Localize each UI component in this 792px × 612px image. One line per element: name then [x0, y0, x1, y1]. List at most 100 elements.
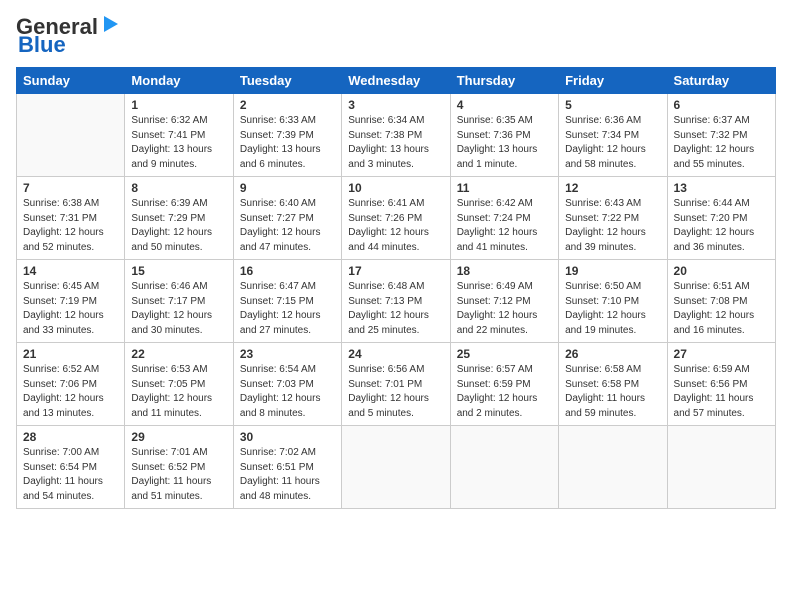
calendar-cell: 7 Sunrise: 6:38 AM Sunset: 7:31 PM Daylig… [17, 177, 125, 260]
day-info: Sunrise: 7:01 AM Sunset: 6:52 PM Dayligh… [131, 446, 226, 504]
calendar-cell [342, 426, 450, 509]
day-info: Sunrise: 6:47 AM Sunset: 7:15 PM Dayligh… [240, 280, 335, 338]
calendar: SundayMondayTuesdayWednesdayThursdayFrid… [16, 67, 776, 509]
day-number: 10 [348, 181, 443, 195]
day-number: 13 [674, 181, 769, 195]
calendar-cell: 30Sunrise: 7:02 AM Sunset: 6:51 PM Dayli… [233, 426, 341, 509]
day-info: Sunrise: 6:58 AM Sunset: 6:58 PM Dayligh… [565, 363, 660, 421]
day-number: 28 [23, 430, 118, 444]
day-info: Sunrise: 6:49 AM Sunset: 7:12 PM Dayligh… [457, 280, 552, 338]
day-number: 11 [457, 181, 552, 195]
header-thursday: Thursday [450, 68, 558, 94]
day-number: 27 [674, 347, 769, 361]
day-info: Sunrise: 7:00 AM Sunset: 6:54 PM Dayligh… [23, 446, 118, 504]
calendar-cell: 13Sunrise: 6:44 AM Sunset: 7:20 PM Dayli… [667, 177, 775, 260]
day-info: Sunrise: 6:52 AM Sunset: 7:06 PM Dayligh… [23, 363, 118, 421]
header-wednesday: Wednesday [342, 68, 450, 94]
calendar-cell: 15 Sunrise: 6:46 AM Sunset: 7:17 PM Dayli… [125, 260, 233, 343]
day-number: 7 [23, 181, 118, 195]
day-number: 22 [131, 347, 226, 361]
day-number: 16 [240, 264, 335, 278]
day-info: Sunrise: 6:33 AM Sunset: 7:39 PM Dayligh… [240, 114, 335, 172]
header-tuesday: Tuesday [233, 68, 341, 94]
day-number: 15 [131, 264, 226, 278]
day-number: 8 [131, 181, 226, 195]
calendar-cell: 26 Sunrise: 6:58 AM Sunset: 6:58 PM Dayli… [559, 343, 667, 426]
day-number: 23 [240, 347, 335, 361]
day-info: Sunrise: 6:36 AM Sunset: 7:34 PM Dayligh… [565, 114, 660, 172]
calendar-cell: 4 Sunrise: 6:35 AM Sunset: 7:36 PM Daylig… [450, 94, 558, 177]
calendar-cell: 23 Sunrise: 6:54 AM Sunset: 7:03 PM Dayli… [233, 343, 341, 426]
calendar-cell: 18Sunrise: 6:49 AM Sunset: 7:12 PM Dayli… [450, 260, 558, 343]
header-sunday: Sunday [17, 68, 125, 94]
calendar-cell: 6 Sunrise: 6:37 AM Sunset: 7:32 PM Daylig… [667, 94, 775, 177]
day-number: 5 [565, 98, 660, 112]
day-number: 21 [23, 347, 118, 361]
day-info: Sunrise: 6:45 AM Sunset: 7:19 PM Dayligh… [23, 280, 118, 338]
day-info: Sunrise: 6:57 AM Sunset: 6:59 PM Dayligh… [457, 363, 552, 421]
day-number: 9 [240, 181, 335, 195]
header-saturday: Saturday [667, 68, 775, 94]
calendar-cell: 14 Sunrise: 6:45 AM Sunset: 7:19 PM Dayli… [17, 260, 125, 343]
calendar-cell: 8Sunrise: 6:39 AM Sunset: 7:29 PM Daylig… [125, 177, 233, 260]
calendar-cell: 19 Sunrise: 6:50 AM Sunset: 7:10 PM Dayli… [559, 260, 667, 343]
header-monday: Monday [125, 68, 233, 94]
calendar-cell: 17Sunrise: 6:48 AM Sunset: 7:13 PM Dayli… [342, 260, 450, 343]
header-friday: Friday [559, 68, 667, 94]
calendar-cell: 2 Sunrise: 6:33 AM Sunset: 7:39 PM Daylig… [233, 94, 341, 177]
day-info: Sunrise: 6:40 AM Sunset: 7:27 PM Dayligh… [240, 197, 335, 255]
day-number: 6 [674, 98, 769, 112]
day-info: Sunrise: 6:59 AM Sunset: 6:56 PM Dayligh… [674, 363, 769, 421]
day-number: 12 [565, 181, 660, 195]
calendar-cell: 25 Sunrise: 6:57 AM Sunset: 6:59 PM Dayli… [450, 343, 558, 426]
day-info: Sunrise: 6:54 AM Sunset: 7:03 PM Dayligh… [240, 363, 335, 421]
day-info: Sunrise: 7:02 AM Sunset: 6:51 PM Dayligh… [240, 446, 335, 504]
calendar-cell [667, 426, 775, 509]
day-info: Sunrise: 6:51 AM Sunset: 7:08 PM Dayligh… [674, 280, 769, 338]
day-info: Sunrise: 6:46 AM Sunset: 7:17 PM Dayligh… [131, 280, 226, 338]
day-info: Sunrise: 6:48 AM Sunset: 7:13 PM Dayligh… [348, 280, 443, 338]
day-info: Sunrise: 6:42 AM Sunset: 7:24 PM Dayligh… [457, 197, 552, 255]
day-number: 25 [457, 347, 552, 361]
calendar-week-row: 1Sunrise: 6:32 AM Sunset: 7:41 PM Daylig… [17, 94, 776, 177]
day-info: Sunrise: 6:37 AM Sunset: 7:32 PM Dayligh… [674, 114, 769, 172]
day-number: 29 [131, 430, 226, 444]
calendar-week-row: 7 Sunrise: 6:38 AM Sunset: 7:31 PM Daylig… [17, 177, 776, 260]
calendar-cell: 1Sunrise: 6:32 AM Sunset: 7:41 PM Daylig… [125, 94, 233, 177]
day-info: Sunrise: 6:50 AM Sunset: 7:10 PM Dayligh… [565, 280, 660, 338]
logo: General Blue [16, 16, 122, 57]
day-number: 26 [565, 347, 660, 361]
day-info: Sunrise: 6:34 AM Sunset: 7:38 PM Dayligh… [348, 114, 443, 172]
calendar-header-row: SundayMondayTuesdayWednesdayThursdayFrid… [17, 68, 776, 94]
calendar-cell: 27 Sunrise: 6:59 AM Sunset: 6:56 PM Dayli… [667, 343, 775, 426]
calendar-cell: 16 Sunrise: 6:47 AM Sunset: 7:15 PM Dayli… [233, 260, 341, 343]
calendar-cell: 22 Sunrise: 6:53 AM Sunset: 7:05 PM Dayli… [125, 343, 233, 426]
day-number: 4 [457, 98, 552, 112]
logo-blue: Blue [18, 32, 66, 57]
day-number: 19 [565, 264, 660, 278]
calendar-cell: 3Sunrise: 6:34 AM Sunset: 7:38 PM Daylig… [342, 94, 450, 177]
calendar-cell [559, 426, 667, 509]
day-info: Sunrise: 6:35 AM Sunset: 7:36 PM Dayligh… [457, 114, 552, 172]
calendar-week-row: 21 Sunrise: 6:52 AM Sunset: 7:06 PM Dayli… [17, 343, 776, 426]
day-info: Sunrise: 6:53 AM Sunset: 7:05 PM Dayligh… [131, 363, 226, 421]
header: General Blue [16, 16, 776, 57]
day-info: Sunrise: 6:41 AM Sunset: 7:26 PM Dayligh… [348, 197, 443, 255]
calendar-cell: 10 Sunrise: 6:41 AM Sunset: 7:26 PM Dayli… [342, 177, 450, 260]
day-number: 14 [23, 264, 118, 278]
calendar-cell: 28 Sunrise: 7:00 AM Sunset: 6:54 PM Dayli… [17, 426, 125, 509]
day-info: Sunrise: 6:32 AM Sunset: 7:41 PM Dayligh… [131, 114, 226, 172]
calendar-cell: 24Sunrise: 6:56 AM Sunset: 7:01 PM Dayli… [342, 343, 450, 426]
logo-arrow-icon [100, 14, 122, 36]
day-number: 24 [348, 347, 443, 361]
calendar-week-row: 28 Sunrise: 7:00 AM Sunset: 6:54 PM Dayli… [17, 426, 776, 509]
calendar-cell: 29 Sunrise: 7:01 AM Sunset: 6:52 PM Dayli… [125, 426, 233, 509]
day-info: Sunrise: 6:43 AM Sunset: 7:22 PM Dayligh… [565, 197, 660, 255]
calendar-cell [450, 426, 558, 509]
day-number: 2 [240, 98, 335, 112]
calendar-cell: 21 Sunrise: 6:52 AM Sunset: 7:06 PM Dayli… [17, 343, 125, 426]
calendar-cell: 5 Sunrise: 6:36 AM Sunset: 7:34 PM Daylig… [559, 94, 667, 177]
calendar-cell [17, 94, 125, 177]
calendar-week-row: 14 Sunrise: 6:45 AM Sunset: 7:19 PM Dayli… [17, 260, 776, 343]
day-info: Sunrise: 6:38 AM Sunset: 7:31 PM Dayligh… [23, 197, 118, 255]
